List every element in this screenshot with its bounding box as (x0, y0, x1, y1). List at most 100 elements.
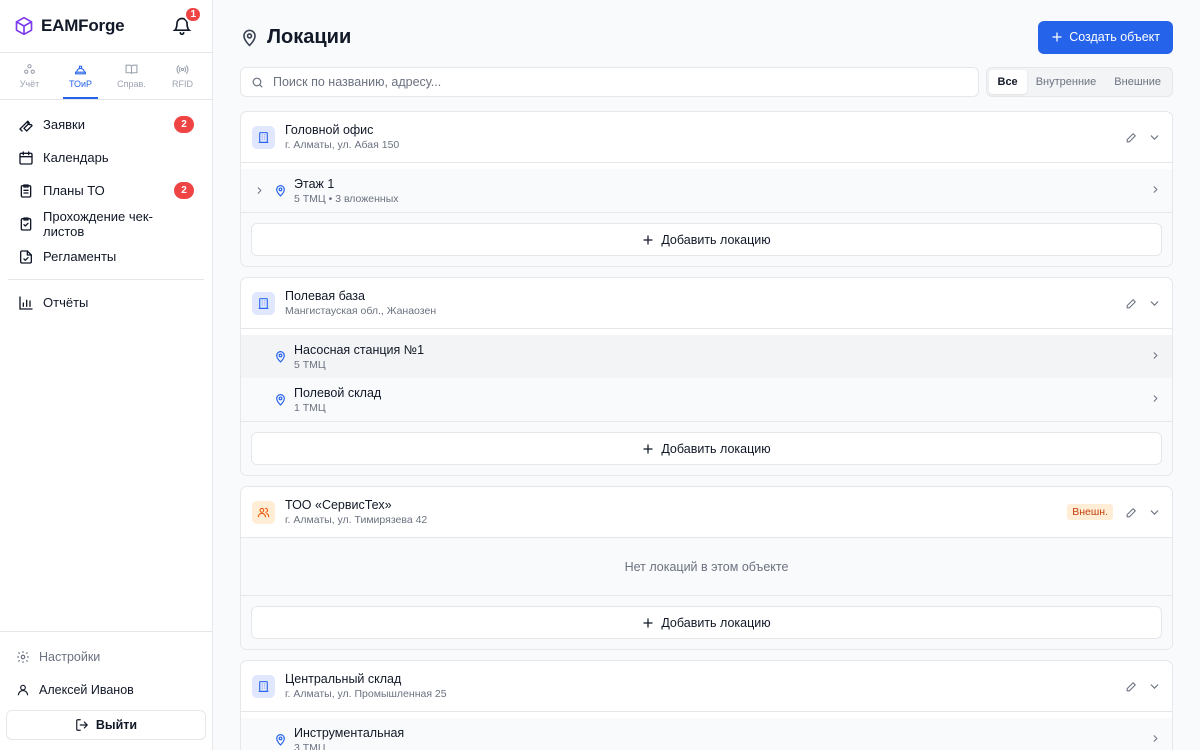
filter-internal[interactable]: Внутренние (1027, 70, 1106, 94)
location-list: Этаж 1 5 ТМЦ • 3 вложенных (241, 169, 1172, 212)
add-location-label: Добавить локацию (661, 441, 771, 456)
app-name: EAMForge (41, 16, 125, 35)
edit-pencil-icon[interactable] (1125, 297, 1138, 310)
chevron-right-icon (1153, 351, 1158, 359)
location-list: Нет локаций в этом объекте (241, 538, 1172, 595)
search-input[interactable] (273, 75, 968, 89)
location-row[interactable]: Полевой склад 1 ТМЦ (241, 378, 1172, 421)
object-name: Головной офис (285, 123, 374, 137)
notification-badge: 1 (184, 6, 202, 23)
chevron-right-icon (1153, 185, 1158, 193)
location-row[interactable]: Насосная станция №1 5 ТМЦ (241, 335, 1172, 378)
hard-hat-icon (75, 65, 86, 75)
object-address: г. Алматы, ул. Абая 150 (285, 139, 400, 151)
building-icon (252, 674, 275, 698)
bar-chart-icon (19, 295, 33, 310)
sidebar-item-label: Прохождение чек-листов (43, 208, 153, 239)
object-header[interactable]: Полевая база Мангистауская обл., Жанаозе… (241, 278, 1172, 329)
object-card: Центральный склад г. Алматы, ул. Промышл… (240, 660, 1173, 750)
object-header[interactable]: Головной офис г. Алматы, ул. Абая 150 (241, 112, 1172, 163)
object-card: Полевая база Мангистауская обл., Жанаозе… (240, 277, 1173, 476)
add-location-button[interactable]: Добавить локацию (251, 432, 1162, 465)
add-location-button[interactable]: Добавить локацию (251, 606, 1162, 639)
chevron-right-icon[interactable] (254, 185, 265, 196)
user-profile[interactable]: Алексей Иванов (6, 673, 206, 706)
location-meta: 3 ТМЦ (294, 741, 326, 750)
sidebar: EAMForge 1 Учёт ТОиР Справ. RFID Заявки … (0, 0, 213, 750)
chevron-down-icon[interactable] (1148, 297, 1161, 310)
user-name: Алексей Иванов (39, 682, 134, 697)
map-pin-icon (276, 351, 285, 363)
module-label: Справ. (117, 79, 146, 89)
sidebar-item-checklists[interactable]: Прохождение чек-листов (8, 207, 204, 240)
edit-pencil-icon[interactable] (1125, 680, 1138, 693)
gear-icon (17, 650, 29, 663)
filter-all[interactable]: Все (988, 70, 1027, 94)
page-header: Локации Создать объект (240, 20, 1173, 54)
nav-divider (8, 279, 204, 280)
settings-label: Настройки (39, 649, 101, 664)
add-location-button[interactable]: Добавить локацию (251, 223, 1162, 256)
location-row[interactable]: Инструментальная 3 ТМЦ (241, 718, 1172, 750)
count-badge: 2 (174, 182, 194, 199)
object-address: г. Алматы, ул. Промышленная 25 (285, 688, 447, 700)
sidebar-item-label: Регламенты (43, 249, 117, 264)
module-switcher: Учёт ТОиР Справ. RFID (0, 53, 212, 100)
chevron-down-icon[interactable] (1148, 131, 1161, 144)
building-icon (252, 125, 275, 149)
map-pin-icon (276, 394, 285, 406)
filter-external[interactable]: Внешние (1105, 70, 1170, 94)
plus-icon (643, 617, 653, 628)
create-object-label: Создать объект (1069, 30, 1160, 44)
sidebar-item-label: Календарь (43, 150, 109, 165)
empty-state: Нет локаций в этом объекте (624, 559, 789, 574)
location-list: Насосная станция №1 5 ТМЦ Полевой склад … (241, 335, 1172, 421)
module-tab-accounting[interactable]: Учёт (4, 53, 55, 99)
module-label: RFID (172, 79, 193, 89)
location-name: Этаж 1 (294, 176, 335, 191)
calendar-icon (19, 150, 33, 165)
object-header[interactable]: Центральный склад г. Алматы, ул. Промышл… (241, 661, 1172, 712)
sidebar-item-requests[interactable]: Заявки 2 (8, 108, 204, 141)
sidebar-item-regulations[interactable]: Регламенты (8, 240, 204, 273)
location-row[interactable]: Этаж 1 5 ТМЦ • 3 вложенных (241, 169, 1172, 212)
chevron-right-icon (1153, 394, 1158, 402)
page-title: Локации (267, 25, 352, 48)
settings-link[interactable]: Настройки (6, 640, 206, 673)
map-pin-icon (276, 734, 285, 746)
object-header[interactable]: ТОО «СервисТех» г. Алматы, ул. Тимирязев… (241, 487, 1172, 538)
module-tab-maintenance[interactable]: ТОиР (55, 53, 106, 99)
cube-logo-icon (15, 16, 33, 36)
toolbar: Все Внутренние Внешние (240, 67, 1173, 97)
edit-pencil-icon[interactable] (1125, 506, 1138, 519)
location-list: Инструментальная 3 ТМЦ (241, 718, 1172, 750)
object-card: Головной офис г. Алматы, ул. Абая 150 Эт… (240, 111, 1173, 267)
sidebar-item-plans[interactable]: Планы ТО 2 (8, 174, 204, 207)
sidebar-item-label: Планы ТО (43, 183, 105, 198)
logout-button[interactable]: Выйти (6, 710, 206, 740)
plus-icon (643, 234, 653, 245)
layers-icon (24, 64, 35, 74)
chevron-down-icon[interactable] (1148, 506, 1161, 519)
module-label: Учёт (19, 79, 40, 89)
plus-icon (643, 443, 653, 454)
location-name: Полевой склад (294, 385, 382, 400)
sidebar-item-reports[interactable]: Отчёты (8, 286, 204, 319)
object-name: Полевая база (285, 289, 365, 303)
location-meta: 1 ТМЦ (294, 401, 326, 414)
search-box (240, 67, 979, 97)
chevron-down-icon[interactable] (1148, 680, 1161, 693)
building-icon (252, 291, 275, 315)
location-meta: 5 ТМЦ (294, 358, 326, 371)
object-name: ТОО «СервисТех» (285, 498, 392, 512)
edit-pencil-icon[interactable] (1125, 131, 1138, 144)
object-card: ТОО «СервисТех» г. Алматы, ул. Тимирязев… (240, 486, 1173, 650)
filter-segment: Все Внутренние Внешние (985, 67, 1173, 97)
create-object-button[interactable]: Создать объект (1038, 20, 1173, 54)
object-name: Центральный склад (285, 672, 402, 686)
sidebar-footer: Настройки Алексей Иванов Выйти (0, 631, 212, 750)
sidebar-item-calendar[interactable]: Календарь (8, 141, 204, 174)
module-tab-rfid[interactable]: RFID (157, 53, 208, 99)
module-tab-reference[interactable]: Справ. (106, 53, 157, 99)
search-icon (252, 77, 263, 87)
